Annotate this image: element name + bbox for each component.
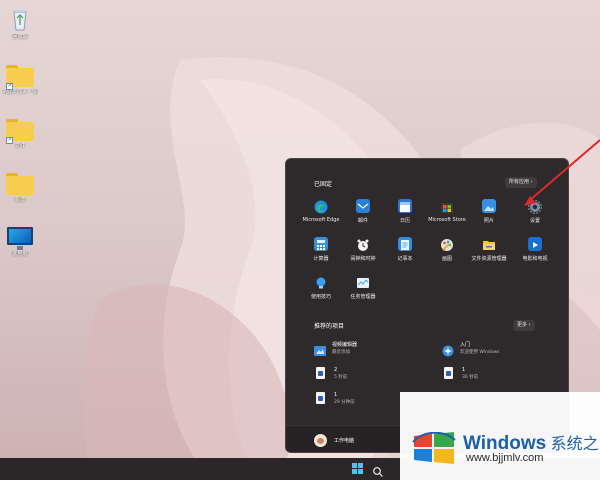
alarm-clock-icon [356,237,370,251]
document-icon [316,367,325,379]
all-apps-button[interactable]: 所有应用 › [505,177,537,188]
pinned-app-settings[interactable]: 设置 [514,199,556,224]
pinned-app-alarms[interactable]: 闹钟和时钟 [342,237,384,262]
settings-gear-icon [528,199,542,214]
user-name[interactable]: 工作电脑 [334,437,354,444]
desktop-icon-label: 此电脑 [12,251,28,257]
desktop-icon-label: 文件 [14,143,25,149]
recommended-item-name: 视频编辑器 [332,342,358,348]
watermark-banner: Windows 系统之家 www.bjjmlv.com [400,392,600,480]
app-label: 记事本 [397,256,413,262]
desktop-icon-folder-shortcut[interactable]: ↗ 新建文件夹 - 快捷方式 [2,62,38,96]
pinned-app-calendar[interactable]: 日历 [384,199,426,224]
document-icon [316,392,325,404]
watermark-title-en: Windows [463,433,547,454]
recommended-item-doc-2[interactable]: 2 5 秒前 [316,367,347,381]
recommended-item-name: 1 [462,367,466,373]
recommended-item-get-started[interactable]: 入门 欢迎使用 Windows [442,342,500,357]
watermark-title-cn: 系统之家 [550,436,600,453]
app-label: 使用技巧 [310,294,331,300]
mail-icon [356,199,370,213]
app-label: 任务管理器 [350,294,376,300]
recommended-item-sub: 36 秒前 [462,375,479,380]
pinned-section-title: 已固定 [314,181,333,188]
pinned-app-edge[interactable]: Microsoft Edge [300,199,342,223]
app-label: 设置 [529,218,540,224]
watermark-url: www.bjjmlv.com [466,452,544,464]
paint-icon [440,237,454,251]
recycle-bin-icon [6,6,34,32]
shortcut-arrow-icon: ↗ [6,137,13,144]
start-button[interactable] [352,463,364,475]
app-label: 文件资源管理器 [471,256,507,262]
recommended-item-name: 2 [334,367,338,373]
movies-tv-icon [528,237,542,251]
recommended-item-sub: 5 秒前 [334,375,348,380]
pinned-app-file-explorer[interactable]: 文件资源管理器 [468,237,510,262]
desktop-icon-recycle-bin[interactable]: 回收站 [2,6,38,41]
folder-icon [6,173,34,195]
recommended-item-doc-1a[interactable]: 1 36 秒前 [444,367,478,381]
user-avatar[interactable] [314,434,327,447]
recommended-item-name: 入门 [460,342,471,348]
pinned-app-photos[interactable]: 照片 [468,199,510,224]
task-manager-icon [356,275,370,289]
tips-icon [314,275,328,289]
pinned-app-notepad[interactable]: 记事本 [384,237,426,262]
recommended-item-doc-1b[interactable]: 1 29 分钟前 [316,392,355,406]
folder-icon: ↗ [6,65,34,90]
store-icon [440,199,454,213]
app-label: 邮件 [357,218,368,224]
pinned-app-tips[interactable]: 使用技巧 [300,275,342,300]
photos-icon [482,199,496,213]
calendar-icon [398,199,412,213]
more-button[interactable]: 更多 › [513,320,535,331]
windows-logo-watermark-icon [412,431,456,464]
pinned-app-movies-tv[interactable]: 电影和电视 [514,237,556,262]
app-label: Microsoft Store [428,217,466,223]
app-label: 画图 [441,256,452,262]
recommended-item-sub: 欢迎使用 Windows [460,350,500,355]
search-button[interactable] [372,463,384,477]
pinned-app-mail[interactable]: 邮件 [342,199,384,224]
this-pc-icon [7,227,33,250]
app-label: 闹钟和时钟 [350,256,376,262]
search-icon [373,467,383,477]
desktop-icon-folder-new[interactable]: 新建 [2,170,38,204]
get-started-icon [442,342,454,357]
recommended-item-sub: 29 分钟前 [334,400,355,405]
desktop-icon-this-pc[interactable]: 此电脑 [2,224,38,258]
desktop-icon-label: 新建 [14,197,25,203]
app-label: 日历 [399,218,410,224]
notepad-icon [398,237,412,251]
app-label: 电影和电视 [522,256,548,262]
app-label: Microsoft Edge [302,217,340,223]
recommended-item-sub: 最近添加 [332,350,350,355]
edge-icon [314,199,328,214]
shortcut-arrow-icon: ↗ [6,83,13,90]
folder-icon: ↗ [6,119,34,144]
desktop-icon-label: 回收站 [12,34,28,40]
pinned-app-store[interactable]: Microsoft Store [426,199,468,223]
recommended-section-title: 推荐的项目 [314,323,345,330]
recommended-item-name: 1 [334,392,338,398]
desktop-icon-folder-files[interactable]: ↗ 文件 [2,116,38,150]
pinned-app-task-manager[interactable]: 任务管理器 [342,275,384,300]
video-editor-icon [314,342,326,356]
file-explorer-icon [482,237,496,251]
desktop-icon-label: 新建文件夹 - 快捷方式 [2,89,38,95]
calculator-icon [314,237,328,251]
pinned-app-calculator[interactable]: 计算器 [300,237,342,262]
app-label: 照片 [483,218,494,224]
document-icon [444,367,453,379]
recommended-item-video-editor[interactable]: 视频编辑器 最近添加 [314,342,357,356]
app-label: 计算器 [313,256,329,262]
pinned-app-paint[interactable]: 画图 [426,237,468,262]
